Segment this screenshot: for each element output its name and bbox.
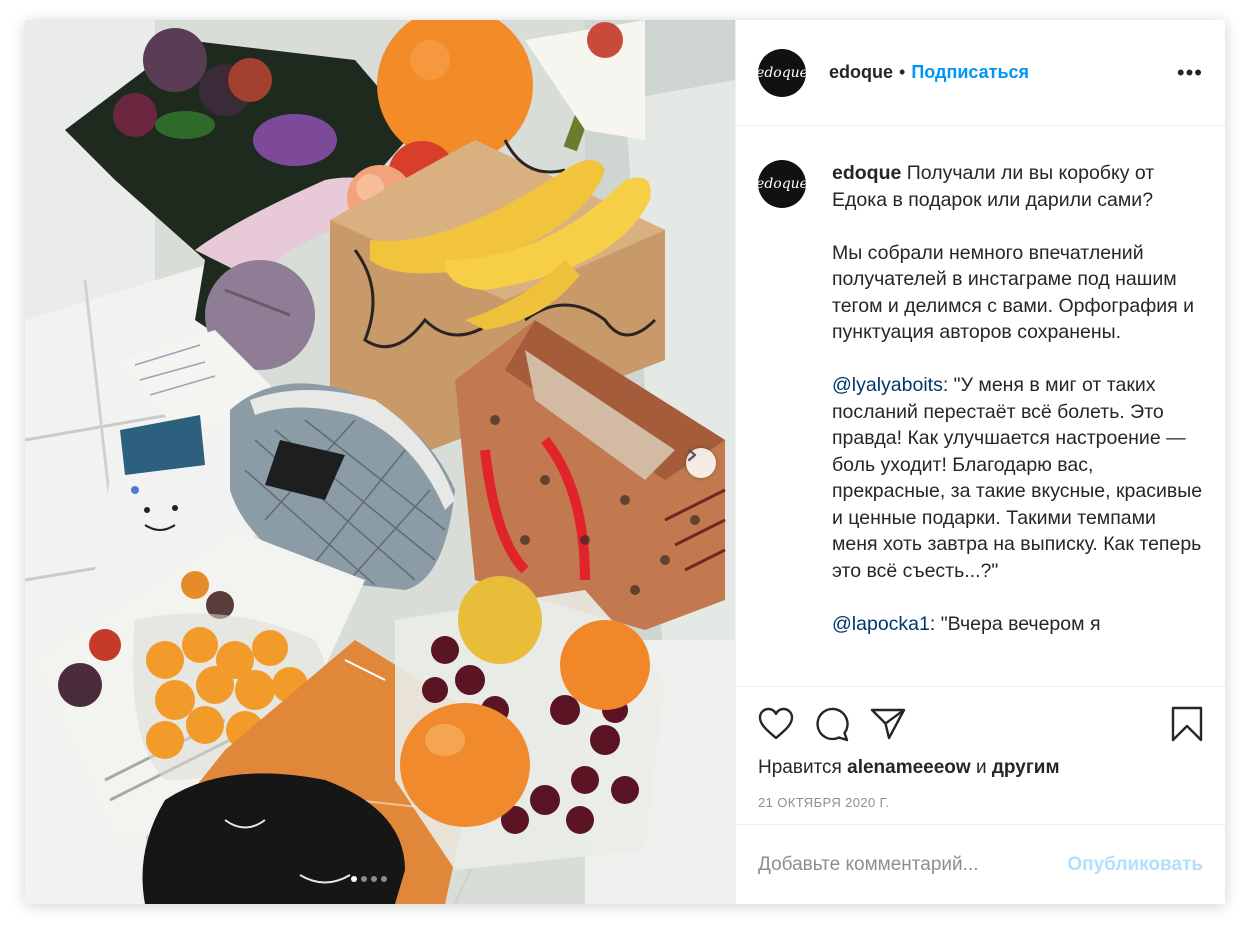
post-side-panel: edoque edoque • Подписаться ••• edoque e…	[735, 20, 1225, 904]
carousel-next-button[interactable]	[686, 448, 716, 478]
post-actions: Нравится alenameeeow и другим 21 ОКТЯБРЯ…	[736, 686, 1225, 824]
post-caption: edoque Получали ли вы коробку от Едока в…	[832, 160, 1203, 686]
comment-button[interactable]	[814, 706, 850, 742]
caption-quote: @lyalyaboits: "У меня в миг от таких пос…	[832, 372, 1203, 584]
likes-summary: Нравится alenameeeow и другим	[758, 757, 1203, 779]
like-button[interactable]	[758, 707, 794, 741]
avatar-logo: edoque	[756, 176, 808, 192]
chevron-right-icon	[687, 448, 697, 462]
save-button[interactable]	[1171, 706, 1203, 742]
caption-quote: @lapocka1: "Вчера вечером я	[832, 611, 1203, 638]
post-header: edoque edoque • Подписаться •••	[736, 20, 1225, 126]
carousel-dot	[381, 876, 387, 882]
username-link[interactable]: edoque	[829, 62, 893, 83]
mention-link[interactable]: @lyalyaboits	[832, 374, 943, 396]
caption-intro: edoque Получали ли вы коробку от Едока в…	[832, 160, 1203, 213]
carousel-dot	[361, 876, 367, 882]
likes-prefix: Нравится	[758, 757, 848, 778]
liker-username-link[interactable]: alenameeeow	[847, 757, 971, 778]
quote-text: : "Вчера вечером я	[929, 612, 1101, 635]
gift-box-photo	[25, 20, 735, 904]
heart-icon	[758, 707, 794, 740]
send-icon	[870, 708, 906, 740]
others-link[interactable]: другим	[992, 757, 1060, 778]
comment-input[interactable]	[758, 853, 1068, 876]
comments-area[interactable]: edoque edoque Получали ли вы коробку от …	[736, 126, 1225, 686]
carousel-dot	[371, 876, 377, 882]
carousel-dot-active	[351, 876, 357, 882]
quote-text: : "У меня в миг от таких посланий перест…	[832, 374, 1203, 582]
post-photo[interactable]	[25, 20, 735, 904]
instagram-post-card: edoque edoque • Подписаться ••• edoque e…	[25, 20, 1225, 904]
separator-dot: •	[899, 62, 906, 82]
carousel-indicator	[351, 876, 387, 882]
action-icons-row	[758, 703, 1203, 745]
caption-username-link[interactable]: edoque	[832, 162, 901, 184]
comment-icon	[816, 707, 849, 742]
mention-link[interactable]: @lapocka1	[832, 613, 930, 635]
more-options-icon[interactable]: •••	[1177, 61, 1203, 84]
avatar-logo: edoque	[756, 64, 808, 81]
follow-button[interactable]: Подписаться	[911, 62, 1029, 83]
add-comment-bar: Опубликовать	[736, 824, 1225, 904]
publish-button[interactable]: Опубликовать	[1067, 854, 1203, 876]
avatar[interactable]: edoque	[756, 48, 808, 97]
likes-conjunction: и	[970, 757, 992, 778]
post-date[interactable]: 21 ОКТЯБРЯ 2020 Г.	[758, 795, 1203, 810]
avatar[interactable]: edoque	[756, 160, 808, 208]
share-button[interactable]	[870, 707, 906, 741]
bookmark-icon	[1171, 706, 1203, 742]
caption-paragraph: Мы собрали немного впечатлений получател…	[832, 241, 1194, 344]
